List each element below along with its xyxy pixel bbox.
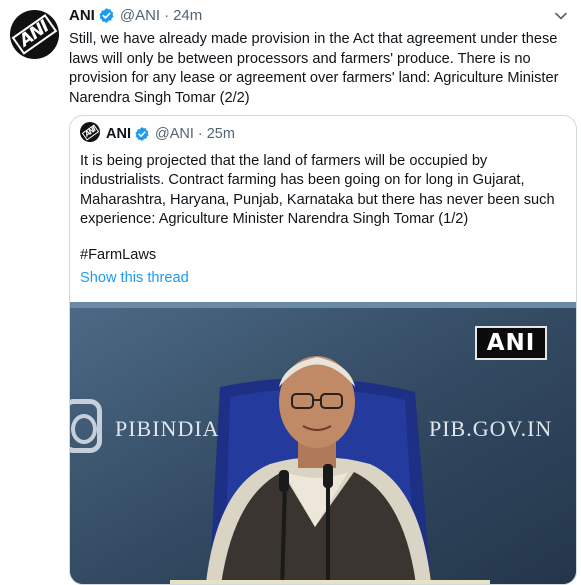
backdrop-text-left: PIBINDIA (115, 416, 220, 441)
tweet-header: ANI @ANI · 24m (69, 7, 202, 24)
quoted-tweet[interactable]: ANI ANI @ANI · 25m It is being projected… (69, 115, 577, 585)
quoted-text: It is being projected that the land of f… (80, 153, 555, 228)
separator-dot: · (197, 126, 203, 142)
show-thread-link[interactable]: Show this thread (80, 270, 189, 286)
quoted-timestamp: 25m (206, 126, 235, 142)
chevron-down-icon[interactable] (555, 12, 567, 20)
verified-badge-icon (135, 127, 149, 141)
author-name[interactable]: ANI (69, 7, 95, 24)
ani-avatar[interactable]: ANI (10, 10, 59, 59)
tweet-text: Still, we have already made provision in… (69, 31, 559, 106)
timestamp[interactable]: 24m (173, 7, 202, 24)
quoted-header: ANI @ANI · 25m (106, 126, 235, 142)
quoted-avatar: ANI (80, 122, 100, 142)
verified-badge-icon (99, 8, 114, 23)
quoted-author-name: ANI (106, 126, 131, 142)
backdrop-text-right: PIB.GOV.IN (429, 416, 553, 441)
hashtag[interactable]: #FarmLaws (80, 247, 156, 263)
quoted-media-image[interactable]: PIBINDIA PIB.GOV.IN ANI (70, 302, 576, 584)
instagram-icon (70, 399, 102, 453)
ani-logo: ANI (81, 124, 99, 140)
ani-watermark-badge: ANI (475, 326, 547, 360)
separator-dot: · (164, 7, 170, 24)
ani-logo: ANI (11, 14, 58, 55)
quoted-author-handle: @ANI (154, 126, 194, 142)
author-handle[interactable]: @ANI (120, 7, 160, 24)
